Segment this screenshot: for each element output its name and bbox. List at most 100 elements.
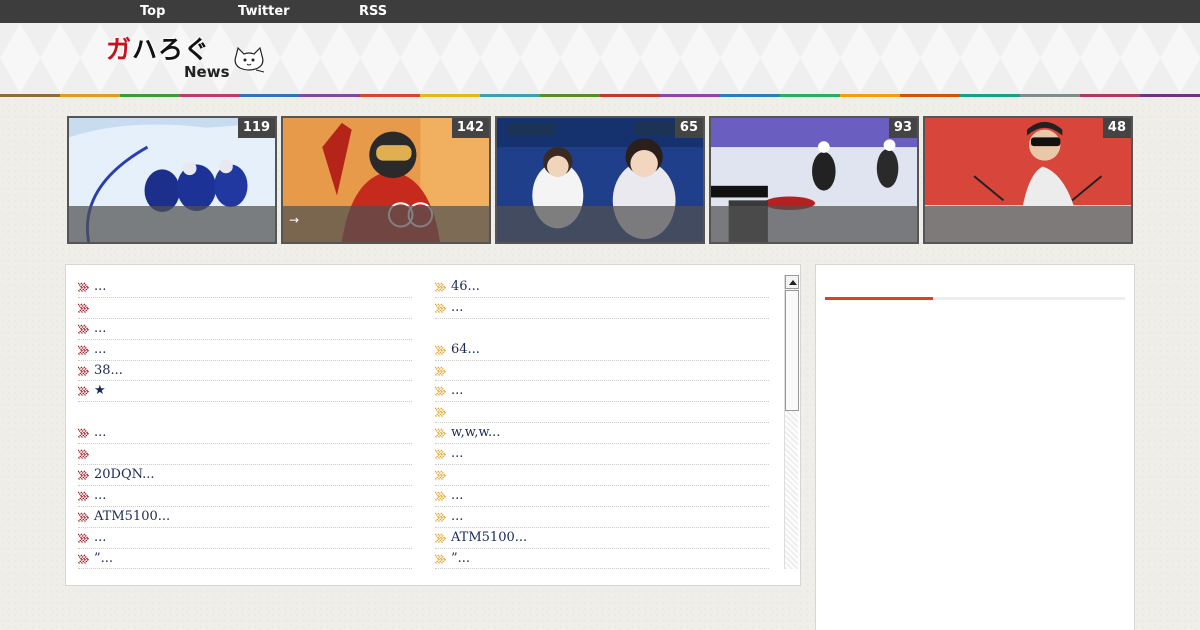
headline-item[interactable]: ... [78, 423, 412, 445]
headline-text: ... [94, 320, 107, 336]
featured-caption [69, 206, 275, 242]
featured-article-3[interactable]: 65 [495, 116, 705, 244]
nav-top-link[interactable]: Top [140, 3, 165, 20]
headline-item[interactable]: ... [435, 381, 769, 403]
comment-count-badge: 93 [888, 118, 917, 138]
headline-item[interactable]: ATM5100... [78, 507, 412, 528]
headline-item[interactable]: ... [78, 486, 412, 507]
left-headline-column: ......... 38... ★... 20DQN...... ATM5100....… [78, 277, 412, 570]
double-chevron-right-icon [435, 491, 446, 502]
comment-count-badge: 142 [451, 118, 489, 138]
headline-item[interactable] [435, 402, 769, 424]
double-chevron-right-icon [78, 428, 89, 439]
headline-text: ”... [451, 550, 471, 566]
headline-text: 46... [451, 279, 480, 294]
double-chevron-right-icon [78, 512, 89, 523]
featured-caption [497, 206, 703, 242]
headline-text: ... [94, 341, 107, 357]
headline-item[interactable]: 64... [435, 340, 769, 361]
featured-article-2[interactable]: 142 → [281, 116, 491, 244]
headline-item[interactable]: ... [78, 319, 412, 340]
headline-item[interactable]: w,w,w... [435, 423, 769, 445]
double-chevron-right-icon [78, 366, 89, 377]
logo-title: ガハろぐ [106, 35, 211, 64]
double-chevron-right-icon [435, 512, 446, 523]
headline-text: ... [94, 529, 107, 545]
featured-caption [925, 206, 1131, 242]
headline-item[interactable]: 20DQN... [78, 465, 412, 486]
headline-item[interactable]: ... [435, 486, 769, 507]
double-chevron-right-icon [435, 533, 446, 544]
headline-text: ★ [94, 383, 106, 399]
sidebar-tab-underline [825, 297, 1125, 300]
featured-article-1[interactable]: 119 [67, 116, 277, 244]
headline-text: ... [451, 446, 464, 462]
double-chevron-right-icon [435, 303, 446, 314]
right-headline-column: 46...... 64...... w,w,w............ ATM5100… [435, 277, 769, 570]
headline-item[interactable] [78, 402, 412, 423]
headline-item[interactable]: ... [435, 444, 769, 466]
double-chevron-right-icon [435, 449, 446, 460]
headline-item[interactable] [435, 319, 769, 340]
headline-list-panel: ......... 38... ★... 20DQN...... ATM5100....… [65, 264, 801, 586]
double-chevron-right-icon [78, 554, 89, 565]
double-chevron-right-icon [78, 491, 89, 502]
double-chevron-right-icon [435, 428, 446, 439]
headline-item[interactable]: ... [435, 298, 769, 319]
headline-item[interactable]: ... [435, 507, 769, 528]
headline-text: 38... [94, 362, 123, 378]
headline-text: ATM5100... [94, 508, 171, 524]
featured-article-5[interactable]: 48 [923, 116, 1133, 244]
scrollbar-thumb[interactable] [785, 290, 799, 411]
headline-text: ... [451, 383, 464, 399]
comment-count-badge: 48 [1102, 118, 1131, 138]
featured-caption [711, 206, 917, 242]
featured-caption: → [283, 206, 489, 242]
logo-subtitle: News [184, 63, 230, 81]
headline-text: ... [94, 279, 107, 294]
featured-article-4[interactable]: 93 [709, 116, 919, 244]
headline-item[interactable]: ”... [435, 549, 769, 570]
double-chevron-right-icon [78, 533, 89, 544]
scroll-up-arrow-icon[interactable] [785, 275, 799, 289]
headline-item[interactable] [435, 465, 769, 486]
headline-text: 64... [451, 341, 480, 357]
headline-item[interactable]: ★ [78, 381, 412, 403]
headline-text: ... [451, 299, 464, 315]
headline-item[interactable]: ... [78, 528, 412, 549]
double-chevron-right-icon [78, 386, 89, 397]
headline-item[interactable]: 38... [78, 361, 412, 382]
headline-item[interactable] [78, 298, 412, 319]
headline-item[interactable]: 46... [435, 277, 769, 298]
double-chevron-right-icon [435, 345, 446, 356]
headline-item[interactable]: ... [78, 277, 412, 298]
double-chevron-right-icon [435, 554, 446, 565]
headline-text: 20DQN... [94, 467, 155, 483]
double-chevron-right-icon [435, 470, 446, 481]
header-color-stripe [0, 94, 1200, 97]
double-chevron-right-icon [435, 366, 446, 377]
headline-item[interactable]: ... [78, 340, 412, 361]
double-chevron-right-icon [78, 303, 89, 314]
double-chevron-right-icon [78, 470, 89, 481]
list-scrollbar[interactable] [784, 275, 799, 569]
nav-rss-link[interactable]: RSS [359, 3, 387, 20]
double-chevron-right-icon [78, 345, 89, 356]
headline-item[interactable]: ”... [78, 549, 412, 570]
double-chevron-right-icon [435, 386, 446, 397]
headline-text: ATM5100... [451, 529, 528, 545]
double-chevron-right-icon [78, 282, 89, 293]
site-logo[interactable]: ガハろぐ News [106, 30, 276, 86]
headline-text: ... [94, 425, 107, 441]
headline-item[interactable] [78, 444, 412, 466]
headline-item[interactable] [435, 361, 769, 382]
headline-item[interactable]: ATM5100... [435, 528, 769, 549]
double-chevron-right-icon [435, 282, 446, 293]
right-sidebar [815, 264, 1135, 630]
headline-text: w,w,w... [451, 425, 501, 441]
nav-twitter-link[interactable]: Twitter [238, 3, 290, 20]
comment-count-badge: 119 [237, 118, 275, 138]
double-chevron-right-icon [78, 324, 89, 335]
cat-mascot-icon [234, 46, 265, 73]
double-chevron-right-icon [78, 449, 89, 460]
